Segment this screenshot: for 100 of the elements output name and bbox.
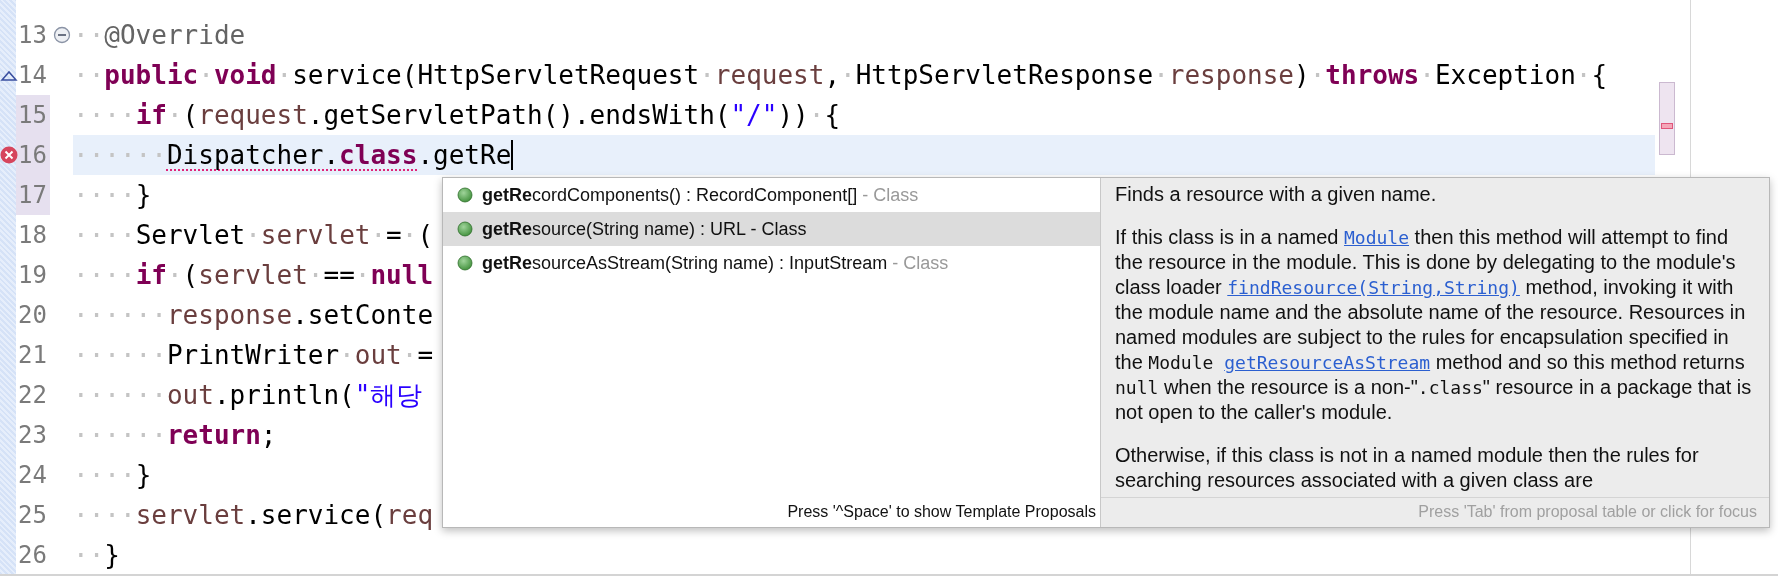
line-number: 18 bbox=[17, 220, 48, 251]
line-number: 17 bbox=[16, 175, 50, 215]
method-icon bbox=[457, 187, 473, 203]
code-text: Exception bbox=[1434, 60, 1576, 90]
whitespace-marks: ······ bbox=[73, 140, 167, 170]
proposal-item[interactable]: getResourceAsStream(String name) : InputStream - Class bbox=[443, 246, 1100, 280]
variable: out bbox=[354, 340, 402, 370]
line-number: 22 bbox=[17, 380, 48, 411]
whitespace-marks: ·· bbox=[73, 60, 105, 90]
whitespace-marks: ·· bbox=[73, 20, 105, 50]
code-text: .service( bbox=[245, 500, 387, 530]
variable: req bbox=[386, 500, 434, 530]
whitespace-marks: ······ bbox=[73, 300, 167, 330]
line-number: 13 bbox=[17, 20, 48, 51]
whitespace-marks: · bbox=[1153, 60, 1169, 90]
annotation: @Override bbox=[104, 20, 246, 50]
keyword: void bbox=[213, 60, 277, 90]
method-icon bbox=[457, 221, 473, 237]
error-code: Dispatcher. bbox=[166, 140, 340, 170]
whitespace-marks: · bbox=[339, 340, 355, 370]
string-literal: "/" bbox=[730, 100, 778, 130]
code-text: } bbox=[104, 540, 120, 570]
error-icon[interactable] bbox=[0, 146, 18, 164]
code-text: = bbox=[417, 340, 434, 370]
doc-link[interactable]: Module bbox=[1344, 227, 1409, 248]
code-text: = bbox=[386, 220, 402, 250]
variable: servlet bbox=[260, 220, 371, 250]
whitespace-marks: ······ bbox=[73, 380, 167, 410]
keyword: throws bbox=[1325, 60, 1420, 90]
variable: out bbox=[166, 380, 214, 410]
line-number: 26 bbox=[17, 540, 48, 571]
whitespace-marks: · bbox=[276, 60, 293, 90]
code-text: { bbox=[824, 100, 841, 130]
focus-hint: Press 'Tab' from proposal table or click for focus bbox=[1101, 497, 1769, 527]
doc-paragraph: Otherwise, if this class is not in a named module then the rules for searching resources associated with a given class are bbox=[1115, 443, 1700, 493]
whitespace-marks: ···· bbox=[73, 180, 136, 210]
code-text: , bbox=[824, 60, 841, 90]
whitespace-marks: ······ bbox=[73, 420, 167, 450]
whitespace-marks: · bbox=[370, 220, 387, 250]
variable: response bbox=[166, 300, 293, 330]
whitespace-marks: · bbox=[354, 260, 371, 290]
template-hint: Press '^Space' to show Template Proposals bbox=[786, 502, 1097, 522]
doc-link[interactable]: getResourceAsStream bbox=[1224, 352, 1431, 373]
fold-icon[interactable] bbox=[52, 26, 71, 44]
whitespace-marks: · bbox=[699, 60, 715, 90]
line-number: 19 bbox=[17, 260, 48, 291]
error-keyword: class bbox=[339, 140, 418, 170]
line-number: 20 bbox=[17, 300, 48, 331]
whitespace-marks: · bbox=[840, 60, 856, 90]
code-text: } bbox=[135, 180, 152, 210]
line-number: 16 bbox=[16, 135, 50, 175]
whitespace-marks: · bbox=[808, 100, 825, 130]
whitespace-marks: ···· bbox=[73, 100, 136, 130]
whitespace-marks: · bbox=[245, 220, 261, 250]
keyword: if bbox=[135, 260, 167, 290]
code-text: } bbox=[135, 460, 152, 490]
code-text: .setConte bbox=[292, 300, 434, 330]
variable: servlet bbox=[135, 500, 246, 530]
line-number: 21 bbox=[17, 340, 48, 371]
line-number: 15 bbox=[16, 95, 50, 135]
whitespace-marks: · bbox=[401, 340, 418, 370]
string-literal: "해당 bbox=[354, 378, 423, 412]
code-text: ( bbox=[417, 220, 434, 250]
code-editor[interactable] bbox=[0, 0, 1778, 576]
code-text: HttpServletResponse bbox=[855, 60, 1154, 90]
doc-paragraph: If this class is in a named Module then this method will attempt to find the resource in the module. This is done by delegating to the module's class loader findResource(String,String) method, invoking it with the module name and the absolute name of the resource. Resources in named modules are subject to the rules for encapsulation specified in the Module getResourceAsStream method and so this method returns null when the resource is a non-".class" resource in a package that is not open to the caller's module. bbox=[1115, 225, 1753, 425]
proposal-item[interactable]: getResource(String name) : URL - Class bbox=[443, 212, 1100, 246]
code-text: ( bbox=[182, 260, 199, 290]
code-text: .getRe bbox=[417, 140, 512, 170]
keyword: return bbox=[166, 420, 261, 450]
code-text: ; bbox=[260, 420, 277, 450]
variable: request bbox=[198, 100, 308, 130]
doc-paragraph: Finds a resource with a given name. bbox=[1115, 182, 1438, 207]
doc-link[interactable]: findResource(String,String) bbox=[1227, 277, 1520, 298]
code-text: == bbox=[323, 260, 355, 290]
whitespace-marks: · bbox=[166, 260, 183, 290]
code-text: ) bbox=[1294, 60, 1310, 90]
whitespace-marks: · bbox=[1575, 60, 1592, 90]
line-number: 24 bbox=[17, 460, 48, 491]
line-number: 23 bbox=[17, 420, 48, 451]
line-number: 14 bbox=[17, 60, 48, 91]
whitespace-marks: ···· bbox=[73, 260, 136, 290]
whitespace-marks: ······ bbox=[73, 340, 167, 370]
whitespace-marks: · bbox=[1309, 60, 1326, 90]
code-text: ( bbox=[182, 100, 199, 130]
code-text: )) bbox=[777, 100, 809, 130]
variable: response bbox=[1168, 60, 1295, 90]
keyword: if bbox=[135, 100, 167, 130]
whitespace-marks: ···· bbox=[73, 220, 136, 250]
variable: servlet bbox=[198, 260, 308, 290]
whitespace-marks: · bbox=[1419, 60, 1435, 90]
method-icon bbox=[457, 255, 473, 271]
code-text: PrintWriter bbox=[166, 340, 340, 370]
whitespace-marks: · bbox=[401, 220, 418, 250]
code-text: .println( bbox=[213, 380, 355, 410]
whitespace-marks: · bbox=[166, 100, 183, 130]
proposal-item[interactable]: getRecordComponents() : RecordComponent[] - Class bbox=[443, 178, 1100, 212]
whitespace-marks: · bbox=[198, 60, 214, 90]
whitespace-marks: ···· bbox=[73, 460, 136, 490]
whitespace-marks: ···· bbox=[73, 500, 136, 530]
